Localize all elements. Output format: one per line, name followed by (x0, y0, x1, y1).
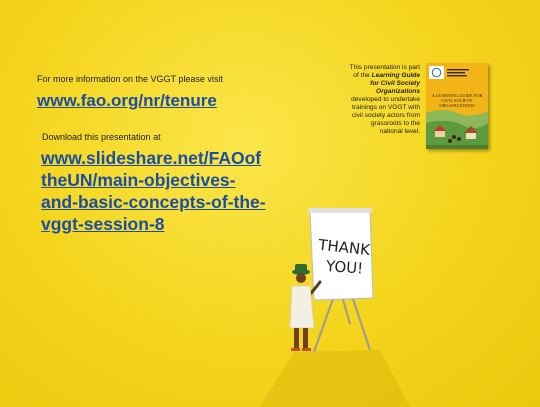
note-after: developed to undertake trainings on VGGT… (351, 96, 420, 135)
figure-shadow (260, 350, 410, 407)
right-leg (303, 328, 308, 348)
guide-title: Learning Guide for Civil Society Organiz… (370, 72, 420, 95)
tenure-link[interactable]: www.fao.org/nr/tenure (37, 91, 217, 111)
robe (289, 285, 315, 329)
slideshare-link-line[interactable]: theUN/main-objectives- (41, 169, 291, 191)
you-text: YOU! (324, 257, 363, 278)
right-sandal (302, 348, 311, 351)
learning-guide-book-cover: A LEARNING GUIDE FOR CIVIL SOCIETY ORGAN… (426, 63, 488, 149)
easel-leg-center (341, 295, 351, 325)
left-leg (294, 328, 299, 348)
presentation-note: This presentation is part of the Learnin… (348, 64, 420, 136)
easel-leg-right (351, 295, 371, 351)
left-sandal (291, 348, 300, 351)
download-label: Download this presentation at (42, 132, 161, 142)
book-title: A LEARNING GUIDE FOR CIVIL SOCIETY ORGAN… (431, 93, 483, 108)
thank-you-illustration: THANK YOU! (260, 208, 410, 407)
flipchart-top-bar (308, 208, 372, 213)
info-label: For more information on the VGGT please … (37, 74, 223, 84)
easel-leg-left (313, 295, 335, 353)
slideshare-link-line[interactable]: www.slideshare.net/FAOof (41, 147, 291, 169)
slide: For more information on the VGGT please … (0, 0, 540, 407)
head (296, 273, 306, 283)
hat-top (295, 264, 307, 272)
